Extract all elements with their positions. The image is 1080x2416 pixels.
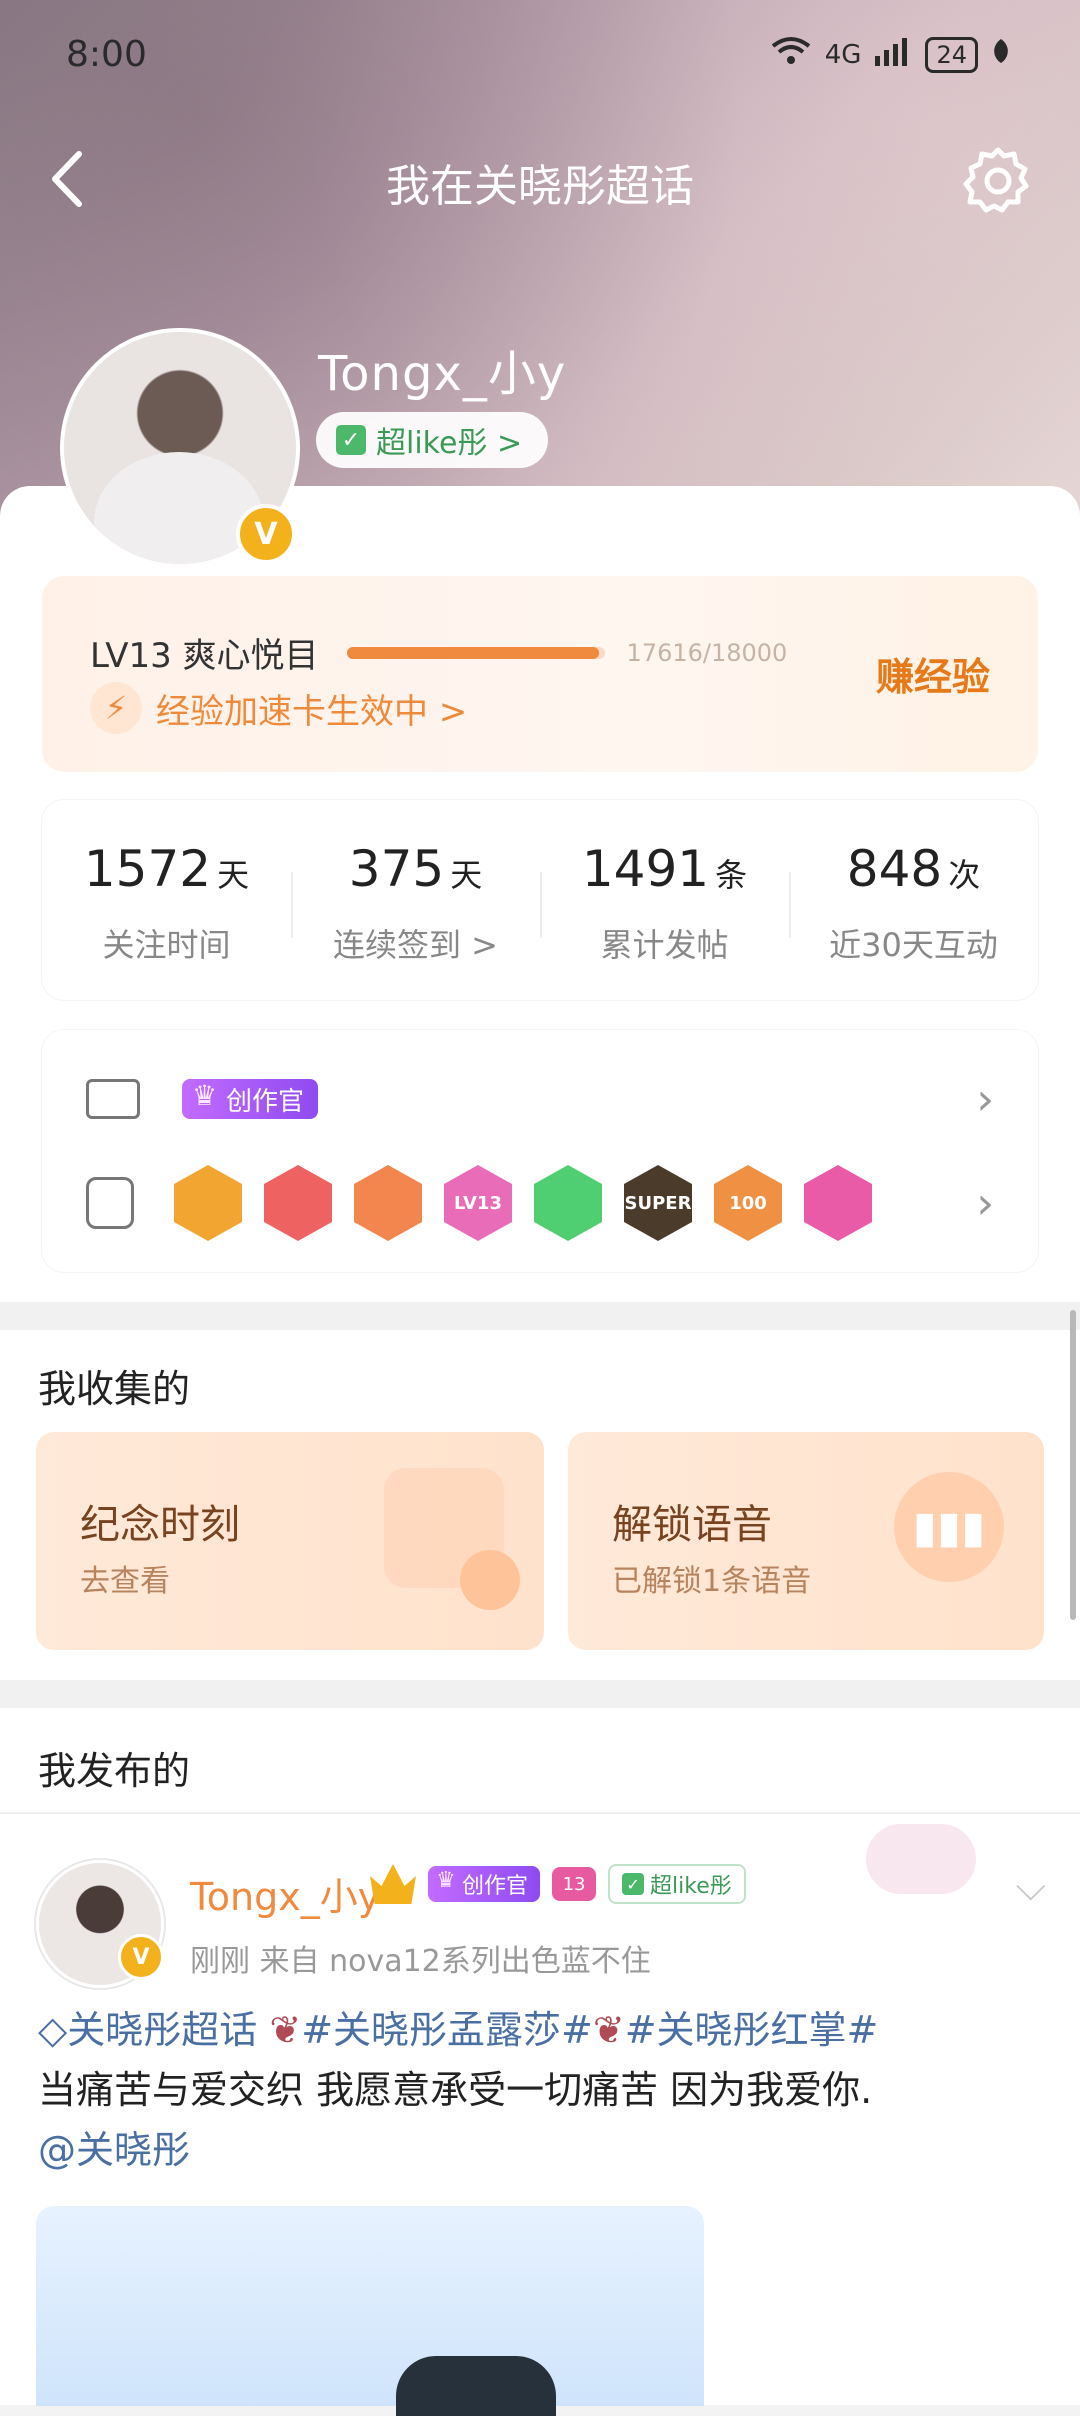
card-title: 解锁语音 <box>612 1502 772 1548</box>
title-bar: 我在关晓彤超话 <box>0 140 1080 220</box>
stat-value: 1572 <box>83 840 212 898</box>
level-progress-text: 17616/18000 <box>626 638 788 667</box>
post-body-text: 当痛苦与爱交织 我愿意承受一切痛苦 因为我爱你. <box>38 2068 873 2112</box>
earn-exp-button[interactable]: 赚经验 <box>876 646 990 701</box>
gear-icon <box>963 147 1029 213</box>
status-icons: 4G 24 <box>771 36 1010 73</box>
post-card: V Tongx_小y 创作官 13 ✓ 超like彤 刚刚 来自 nova12系… <box>0 1812 1080 2416</box>
super-like-button[interactable]: ✓ 超like彤 > <box>316 412 549 468</box>
stat-label: 累计发帖 <box>600 926 729 964</box>
trophy-badge <box>264 1165 332 1241</box>
chevron-right-icon: › <box>976 1177 994 1229</box>
lightning-icon: ⚡ <box>90 682 142 734</box>
mascot-badge <box>354 1165 422 1241</box>
super-like-tag-label: 超like彤 <box>650 1874 732 1899</box>
stat-label: 关注时间 <box>102 926 231 964</box>
crown-badge <box>174 1165 242 1241</box>
section-gap <box>0 1680 1080 1708</box>
stat-label: 连续签到 > <box>333 926 498 964</box>
leaf-icon <box>992 39 1010 70</box>
stat-interactions: 848 次 近30天互动 <box>789 840 1038 966</box>
post-author-name[interactable]: Tongx_小y <box>190 1866 380 1921</box>
stat-unit: 天 <box>450 856 483 894</box>
lv13-badge: LV13 <box>444 1165 512 1241</box>
level-progress-bar <box>346 646 605 659</box>
calendar-check-icon: ✓ <box>336 425 366 455</box>
post-menu-chevron-icon[interactable]: ⌵ <box>1016 1864 1046 1910</box>
sweet-potato-icon: ❦ <box>592 2008 625 2052</box>
creator-tag: 创作官 <box>182 1079 319 1119</box>
posts-section: 我发布的 <box>0 1708 1080 1812</box>
avatar-figure <box>94 452 264 564</box>
topic-link[interactable]: 关晓彤超话 <box>67 2008 257 2052</box>
status-time: 8:00 <box>66 34 147 75</box>
stat-follow-time: 1572 天 关注时间 <box>42 840 291 966</box>
medal-icon <box>86 1177 134 1229</box>
card-subtitle: 已解锁1条语音 <box>612 1564 812 1599</box>
battery-indicator: 24 <box>925 36 978 73</box>
voice-wave-icon: ▮▮▮ <box>894 1472 1004 1582</box>
collection-title: 我收集的 <box>38 1367 191 1411</box>
sweet-potato-icon: ❦ <box>269 2008 302 2052</box>
badges-card: 创作官 › LV13 SUPER 100 › <box>42 1030 1038 1272</box>
100-days-badge: 100 <box>714 1165 782 1241</box>
id-card-icon <box>86 1079 140 1119</box>
exp-boost-link[interactable]: ⚡ 经验加速卡生效中 > <box>90 682 467 734</box>
level-badge: 13 <box>552 1867 597 1901</box>
stats-card: 1572 天 关注时间 375 天 连续签到 > 1491 条 累计发帖 848 次 近… <box>42 800 1038 1000</box>
verified-badge-icon: V <box>236 504 296 564</box>
level-progress-fill <box>346 646 599 659</box>
wifi-icon <box>771 36 811 73</box>
clap-badge <box>534 1165 602 1241</box>
settings-button[interactable] <box>958 140 1038 220</box>
unlock-voice-card[interactable]: 解锁语音 已解锁1条语音 ▮▮▮ <box>568 1432 1044 1650</box>
identity-row[interactable]: 创作官 › <box>86 1073 994 1125</box>
medal-list: LV13 SUPER 100 <box>174 1165 914 1241</box>
page-title: 我在关晓彤超话 <box>386 161 694 212</box>
username: Tongx_小y <box>318 346 567 402</box>
section-gap <box>0 1302 1080 1330</box>
posts-title: 我发布的 <box>38 1749 191 1793</box>
post-meta: 刚刚 来自 nova12系列出色蓝不住 <box>190 1944 651 1979</box>
medals-row[interactable]: LV13 SUPER 100 › <box>86 1158 994 1248</box>
heart-icon <box>460 1550 520 1610</box>
graduate-badge <box>804 1165 872 1241</box>
stat-value: 1491 <box>581 840 710 898</box>
level-card[interactable]: LV13 爽心悦目 17616/18000 ⚡ 经验加速卡生效中 > 赚经验 <box>42 576 1038 772</box>
hashtag-link[interactable]: #关晓彤红掌# <box>625 2008 879 2052</box>
scrollbar[interactable] <box>1070 1310 1076 1620</box>
super-like-label: 超like彤 > <box>376 426 523 461</box>
stat-total-posts: 1491 条 累计发帖 <box>540 840 789 966</box>
post-author-badges: 创作官 13 ✓ 超like彤 <box>370 1864 746 1904</box>
post-image[interactable] <box>36 2206 704 2416</box>
creator-tag: 创作官 <box>428 1866 541 1902</box>
calendar-check-icon: ✓ <box>622 1873 645 1895</box>
hashtag-link[interactable]: #关晓彤孟露莎# <box>301 2008 593 2052</box>
stat-unit: 条 <box>715 856 748 894</box>
stat-value: 848 <box>846 840 943 898</box>
level-row: LV13 爽心悦目 17616/18000 <box>90 628 787 677</box>
diamond-icon: ◇ <box>38 2008 68 2052</box>
card-title: 纪念时刻 <box>80 1502 240 1548</box>
verified-badge-icon: V <box>118 1934 164 1980</box>
stat-value: 375 <box>348 840 445 898</box>
stat-label: 近30天互动 <box>829 926 998 964</box>
mention-link[interactable]: @关晓彤 <box>38 2120 1040 2180</box>
super-badge: SUPER <box>624 1165 692 1241</box>
card-subtitle: 去查看 <box>80 1564 170 1599</box>
status-bar: 8:00 4G 24 <box>0 30 1080 80</box>
post-content: ◇关晓彤超话 ❦#关晓彤孟露莎#❦#关晓彤红掌# 当痛苦与爱交织 我愿意承受一切… <box>38 2000 1040 2180</box>
network-type: 4G <box>824 39 862 70</box>
decoration-image <box>866 1824 976 1894</box>
stat-unit: 天 <box>217 856 250 894</box>
signal-icon <box>875 36 911 73</box>
stat-unit: 次 <box>948 856 981 894</box>
level-label: LV13 爽心悦目 <box>90 636 319 676</box>
super-like-tag: ✓ 超like彤 <box>608 1864 746 1904</box>
chevron-right-icon: › <box>976 1073 994 1125</box>
exp-boost-label: 经验加速卡生效中 > <box>156 691 468 732</box>
crown-icon <box>370 1864 416 1904</box>
stat-checkin-streak[interactable]: 375 天 连续签到 > <box>291 840 540 966</box>
memorial-moments-card[interactable]: 纪念时刻 去查看 <box>36 1432 544 1650</box>
